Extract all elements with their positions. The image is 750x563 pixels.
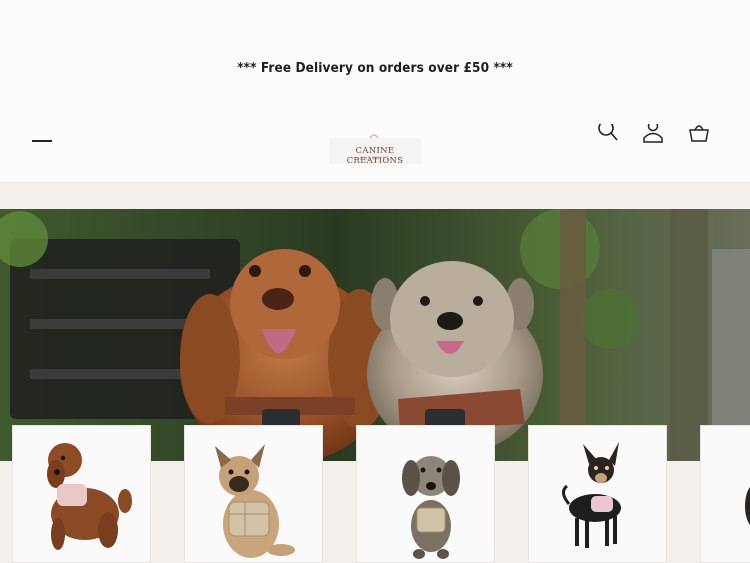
account-icon[interactable] <box>642 124 664 144</box>
announcement-text: *** Free Delivery on orders over £50 *** <box>237 60 513 76</box>
site-logo[interactable]: CANINE CREATIONS CHESHIRE <box>329 134 421 166</box>
logo-name: CANINE CREATIONS <box>346 146 404 166</box>
cart-icon[interactable] <box>687 124 711 144</box>
announcement-bar: *** Free Delivery on orders over £50 *** <box>0 0 750 136</box>
product-card-chihuahua[interactable] <box>528 425 667 563</box>
hero-dogs-illustration <box>0 209 750 461</box>
dachshund-dog-image <box>357 426 494 562</box>
site-header: CANINE CREATIONS CHESHIRE <box>0 124 750 182</box>
header-band <box>0 182 750 210</box>
french-bulldog-image <box>185 426 322 562</box>
product-card-partial[interactable] <box>700 425 750 563</box>
logo-subtitle: CHESHIRE <box>359 157 391 162</box>
product-card-poodle[interactable] <box>12 425 151 563</box>
partial-dog-image <box>701 426 750 562</box>
product-card-dachshund[interactable] <box>356 425 495 563</box>
chihuahua-dog-image <box>529 426 666 562</box>
hero-banner-image[interactable] <box>0 209 750 461</box>
product-card-french-bulldog[interactable] <box>184 425 323 563</box>
search-icon[interactable] <box>597 124 619 144</box>
menu-icon[interactable] <box>32 138 54 150</box>
logo-crest-icon <box>369 134 379 139</box>
poodle-dog-image <box>13 426 150 562</box>
